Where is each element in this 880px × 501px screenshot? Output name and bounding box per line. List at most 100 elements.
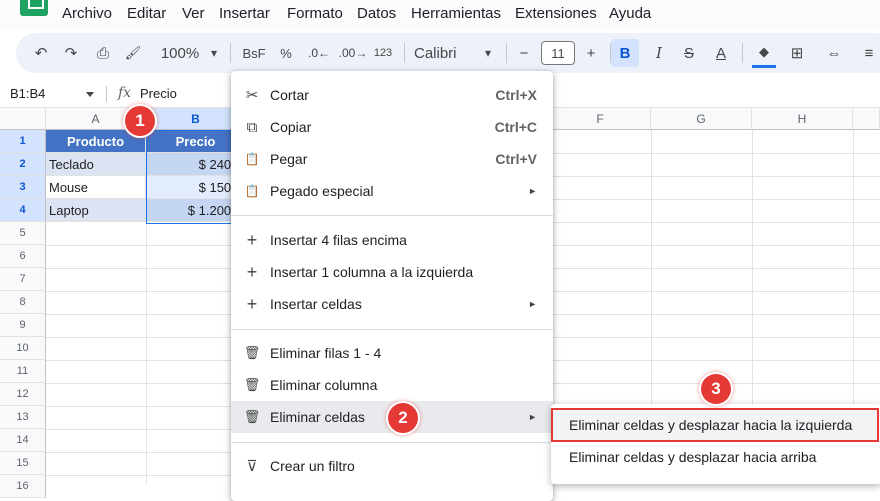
step-badge-3: 3	[701, 374, 731, 404]
menu-ver[interactable]: Ver	[182, 5, 205, 22]
menu-item-label: Copiar	[270, 119, 312, 135]
strikethrough-button[interactable]: S	[678, 33, 700, 73]
column-header-f[interactable]: F	[550, 108, 651, 130]
menu-item-shortcut: Ctrl+V	[495, 151, 537, 167]
font-dropdown-icon[interactable]: ▾	[482, 33, 494, 73]
row-header[interactable]: 9	[0, 314, 46, 337]
font-family-select[interactable]: Calibri	[414, 33, 464, 73]
menu-item-insertar-celdas[interactable]: + Insertar celdas ►	[231, 288, 553, 320]
plus-icon: +	[246, 261, 258, 282]
horizontal-align-icon[interactable]: ≡	[858, 33, 880, 73]
column-header-h[interactable]: H	[752, 108, 853, 130]
menu-item-copiar[interactable]: ⧉ Copiar Ctrl+C	[231, 111, 553, 143]
gridline	[550, 153, 880, 154]
menu-item-cortar[interactable]: ✂ Cortar Ctrl+X	[231, 79, 553, 111]
menu-item-insertar-columna[interactable]: + Insertar 1 columna a la izquierda	[231, 256, 553, 288]
toolbar: ↶ ↷ ⎙ 🖌 100% ▾ BsF % .0← .00→ 123 Calibr…	[16, 33, 880, 73]
row-header[interactable]: 3	[0, 176, 46, 199]
table-cell[interactable]: Teclado	[46, 153, 146, 176]
table-cell[interactable]: Laptop	[46, 199, 146, 222]
menu-item-eliminar-columna[interactable]: 🗑 Eliminar columna	[231, 369, 553, 401]
formula-input[interactable]: Precio	[140, 86, 177, 101]
menu-item-shortcut: Ctrl+C	[494, 119, 537, 135]
menu-formato[interactable]: Formato	[287, 5, 343, 22]
menu-ayuda[interactable]: Ayuda	[609, 5, 651, 22]
table-cell[interactable]: Mouse	[46, 176, 146, 199]
undo-icon[interactable]: ↶	[30, 33, 52, 73]
zoom-dropdown-icon[interactable]: ▾	[208, 33, 220, 73]
print-icon[interactable]: ⎙	[92, 33, 114, 73]
currency-button[interactable]: BsF	[238, 33, 270, 73]
more-formats-button[interactable]: 123	[370, 33, 396, 73]
menu-divider	[231, 442, 553, 443]
row-header[interactable]: 1	[0, 130, 46, 153]
step-badge-1: 1	[125, 106, 155, 136]
menu-item-pegar[interactable]: 📋 Pegar Ctrl+V	[231, 143, 553, 175]
redo-icon[interactable]: ↷	[60, 33, 82, 73]
row-header[interactable]: 4	[0, 199, 46, 222]
row-header[interactable]: 14	[0, 429, 46, 452]
menu-extensiones[interactable]: Extensiones	[515, 5, 597, 22]
name-box[interactable]: B1:B4	[0, 80, 100, 108]
step-badge-2: 2	[388, 403, 418, 433]
row-header[interactable]: 6	[0, 245, 46, 268]
gridline	[550, 176, 880, 177]
menu-item-eliminar-filas[interactable]: 🗑 Eliminar filas 1 - 4	[231, 337, 553, 369]
submenu-item-shift-left[interactable]: Eliminar celdas y desplazar hacia la izq…	[551, 408, 879, 442]
submenu-arrow-icon: ►	[528, 186, 537, 196]
increase-decimal-button[interactable]: .00→	[338, 33, 368, 73]
row-header[interactable]: 16	[0, 475, 46, 498]
text-color-button[interactable]: A	[710, 33, 732, 73]
menu-item-label: Insertar celdas	[270, 296, 362, 312]
toolbar-divider	[742, 43, 743, 63]
menu-item-insertar-filas[interactable]: + Insertar 4 filas encima	[231, 224, 553, 256]
column-header-next[interactable]	[853, 108, 880, 130]
name-box-dropdown-icon[interactable]	[86, 92, 94, 97]
italic-button[interactable]: I	[648, 33, 670, 73]
menu-datos[interactable]: Datos	[357, 5, 396, 22]
submenu-arrow-icon: ►	[528, 299, 537, 309]
merge-cells-icon[interactable]: ⇔	[816, 33, 852, 73]
menu-item-label: Pegar	[270, 151, 308, 167]
column-header-g[interactable]: G	[651, 108, 752, 130]
toolbar-divider	[230, 43, 231, 63]
bold-button[interactable]: B	[611, 39, 639, 67]
increase-font-size-button[interactable]: +	[581, 33, 601, 73]
menu-item-crear-filtro[interactable]: ⊽ Crear un filtro	[231, 450, 553, 482]
font-size-input[interactable]: 11	[541, 41, 575, 65]
row-header[interactable]: 5	[0, 222, 46, 245]
borders-icon[interactable]: ⊞	[786, 33, 808, 73]
row-header[interactable]: 11	[0, 360, 46, 383]
clipboard-icon: 📋	[244, 184, 260, 198]
select-all-corner[interactable]	[0, 108, 46, 130]
scissors-icon: ✂	[245, 87, 259, 104]
percent-button[interactable]: %	[276, 33, 296, 73]
submenu-item-shift-up[interactable]: Eliminar celdas y desplazar hacia arriba	[551, 440, 880, 474]
fill-color-icon[interactable]: ◆	[752, 38, 776, 68]
menu-item-label: Eliminar columna	[270, 377, 378, 393]
row-header[interactable]: 13	[0, 406, 46, 429]
row-header[interactable]: 2	[0, 153, 46, 176]
menu-herramientas[interactable]: Herramientas	[411, 5, 501, 22]
trash-icon: 🗑	[243, 377, 261, 392]
row-header[interactable]: 8	[0, 291, 46, 314]
submenu-arrow-icon: ►	[528, 412, 537, 422]
menu-item-label: Insertar 4 filas encima	[270, 232, 407, 248]
zoom-select[interactable]: 100%	[158, 33, 202, 73]
decrease-font-size-button[interactable]: −	[514, 33, 534, 73]
row-header[interactable]: 15	[0, 452, 46, 475]
row-header[interactable]: 10	[0, 337, 46, 360]
menu-item-pegado-especial[interactable]: 📋 Pegado especial ►	[231, 175, 553, 207]
menu-item-label: Crear un filtro	[270, 458, 355, 474]
menu-insertar[interactable]: Insertar	[219, 5, 270, 22]
paint-format-icon[interactable]: 🖌	[122, 33, 144, 73]
plus-icon: +	[246, 293, 258, 314]
toolbar-divider	[506, 43, 507, 63]
row-header[interactable]: 12	[0, 383, 46, 406]
menu-archivo[interactable]: Archivo	[62, 5, 112, 22]
decrease-decimal-button[interactable]: .0←	[304, 33, 334, 73]
menu-editar[interactable]: Editar	[127, 5, 166, 22]
toolbar-divider	[404, 43, 405, 63]
row-header[interactable]: 7	[0, 268, 46, 291]
sheets-logo-icon[interactable]	[20, 0, 48, 16]
